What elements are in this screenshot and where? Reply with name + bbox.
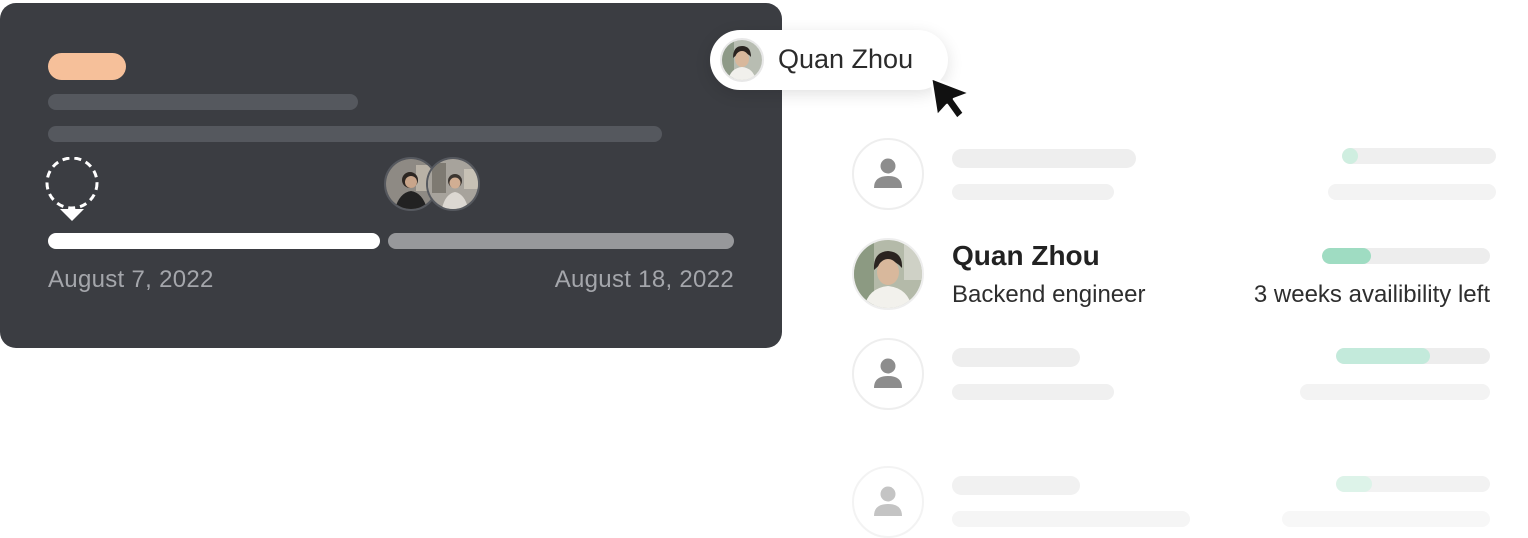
- pointer-cursor-icon: [929, 76, 972, 121]
- name-placeholder: [952, 476, 1080, 495]
- person-photo-avatar[interactable]: [852, 238, 924, 310]
- person-icon: [874, 358, 902, 388]
- availability-bar-fill: [1336, 476, 1372, 492]
- person-icon: [874, 486, 902, 516]
- title-placeholder: [48, 94, 358, 110]
- assigned-avatars[interactable]: [384, 157, 484, 213]
- availability-bar: [1342, 148, 1496, 164]
- availability-placeholder: [1300, 384, 1490, 400]
- availability-placeholder: [1328, 184, 1496, 200]
- person-name[interactable]: Quan Zhou: [952, 240, 1100, 272]
- project-card[interactable]: August 7, 2022 August 18, 2022: [0, 3, 782, 348]
- placeholder-avatar: [852, 466, 924, 538]
- assignee-name-tooltip: Quan Zhou: [710, 30, 948, 90]
- project-tag: [48, 53, 126, 80]
- start-date: August 7, 2022: [48, 266, 214, 293]
- name-placeholder: [952, 149, 1136, 168]
- timeline-elapsed-bar: [48, 233, 380, 249]
- person-photo-avatar: [720, 38, 764, 82]
- availability-text: 3 weeks availibility left: [1253, 281, 1490, 308]
- role-placeholder: [952, 511, 1190, 527]
- person-photo-avatar: [426, 157, 480, 211]
- empty-assignee-pin-icon[interactable]: [44, 157, 100, 223]
- person-icon: [874, 158, 902, 188]
- role-placeholder: [952, 384, 1114, 400]
- placeholder-avatar: [852, 338, 924, 410]
- availability-bar: [1336, 476, 1490, 492]
- availability-placeholder: [1282, 511, 1490, 527]
- availability-bar-fill: [1336, 348, 1430, 364]
- name-placeholder: [952, 348, 1080, 367]
- availability-bar-fill: [1322, 248, 1371, 264]
- timeline-remaining-bar: [388, 233, 734, 249]
- placeholder-avatar: [852, 138, 924, 210]
- availability-bar: [1336, 348, 1490, 364]
- end-date: August 18, 2022: [554, 266, 734, 293]
- availability-bar: [1322, 248, 1490, 264]
- description-placeholder: [48, 126, 662, 142]
- person-role: Backend engineer: [952, 281, 1146, 308]
- availability-bar-fill: [1342, 148, 1358, 164]
- role-placeholder: [952, 184, 1114, 200]
- tooltip-name: Quan Zhou: [778, 44, 914, 74]
